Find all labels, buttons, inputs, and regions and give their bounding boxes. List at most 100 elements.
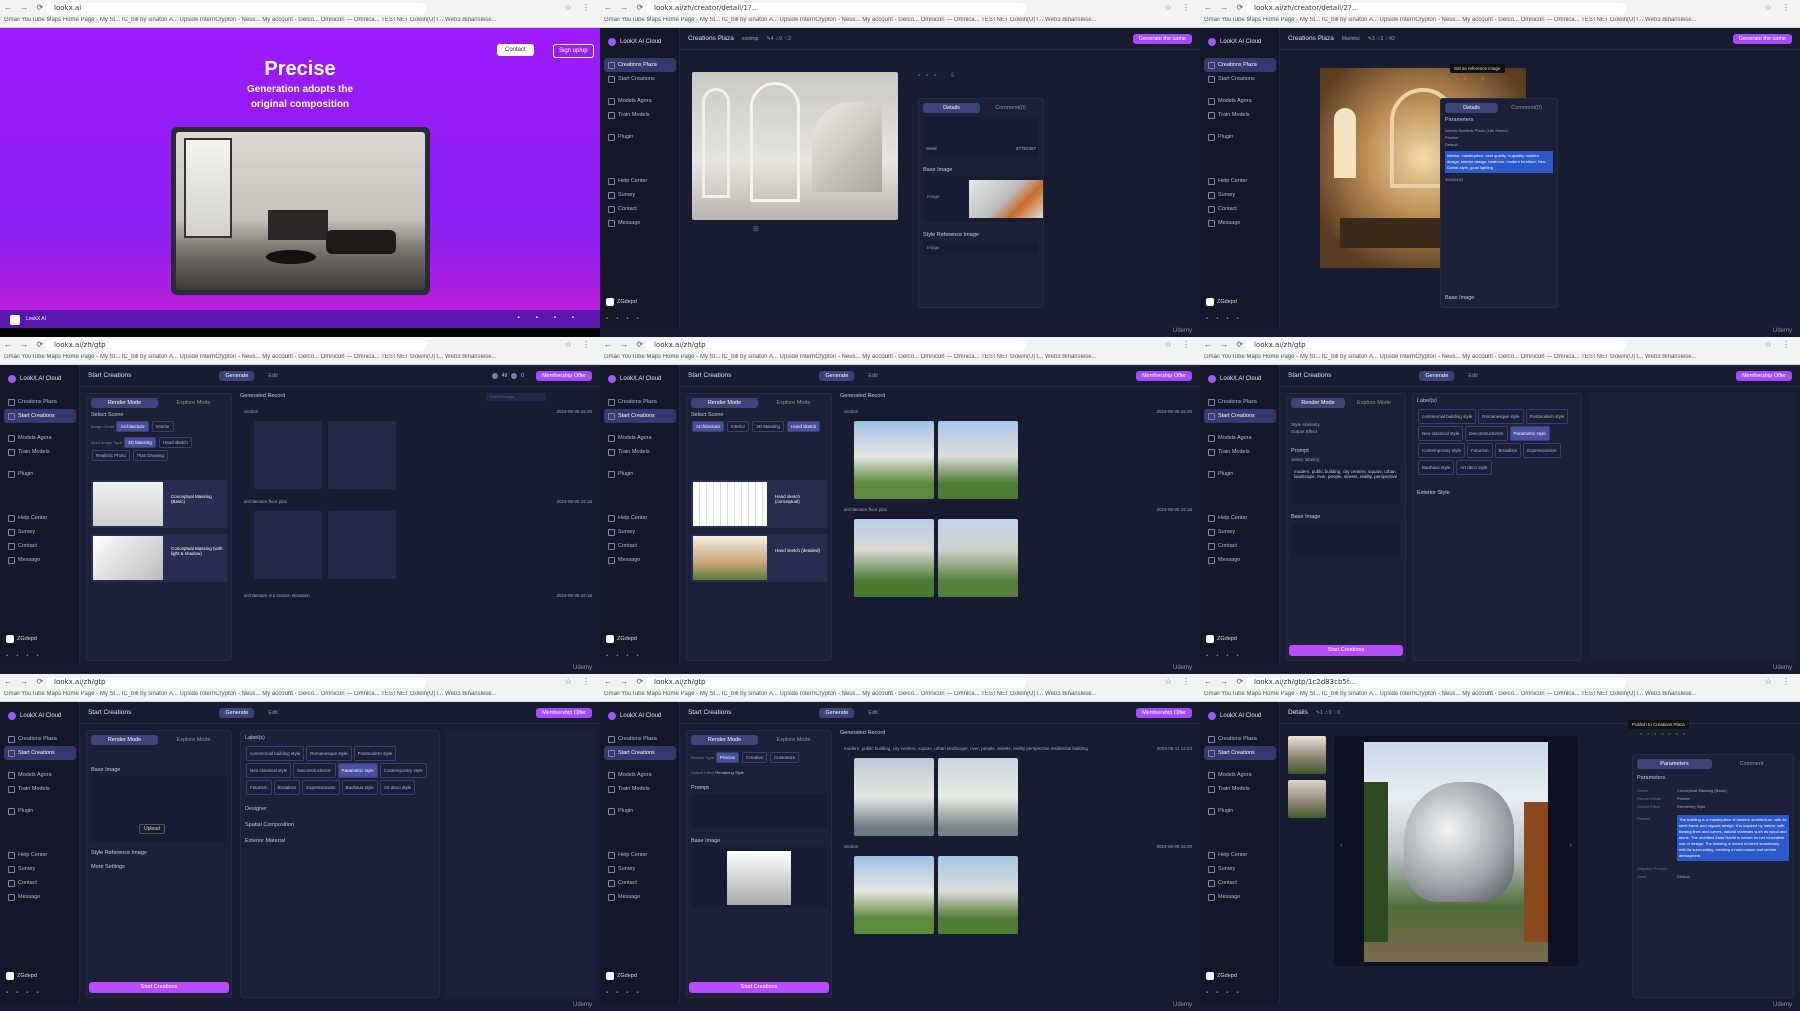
bookmarks-bar[interactable]: Gmail YouTube Maps Home Page - My St... … — [1204, 691, 1794, 697]
stats-icons[interactable]: ✎4 ☆0 ♡2 — [767, 36, 791, 42]
user-avatar[interactable]: ZGdepd — [1206, 972, 1237, 980]
sidebar-item-models[interactable]: Models Agora — [604, 94, 676, 108]
sidebar-item-survey[interactable]: Survey — [1204, 188, 1276, 202]
label-tag[interactable]: Futurism — [1467, 443, 1493, 458]
sidebar-item-plugin[interactable]: Plugin — [4, 467, 76, 481]
sidebar-item-contact[interactable]: Contact — [4, 876, 76, 890]
tab-comment[interactable]: Comment — [1714, 759, 1789, 769]
sidebar-item-plugin[interactable]: Plugin — [604, 130, 676, 144]
sidebar-item-contact[interactable]: Contact — [4, 539, 76, 553]
sidebar-item-plugin[interactable]: Plugin — [1204, 130, 1276, 144]
sidebar-item-survey[interactable]: Survey — [1204, 525, 1276, 539]
sidebar-item-train[interactable]: Train Models — [1204, 782, 1276, 796]
label-tag[interactable]: Brutalism — [273, 780, 301, 795]
output-effect[interactable]: Output Effect — [1291, 429, 1401, 434]
base-image-dropzone[interactable]: Upload — [91, 776, 227, 842]
sidebar-item-contact[interactable]: Contact — [1204, 876, 1276, 890]
browser-tools[interactable]: ☆ ⋮ — [1165, 340, 1194, 349]
sidebar-item-survey[interactable]: Survey — [4, 525, 76, 539]
sidebar-item-models[interactable]: Models Agora — [1204, 94, 1276, 108]
user-avatar[interactable]: ZGdepd — [6, 635, 37, 643]
scene-card-sketch-detailed[interactable]: Hand sketch (detailed) — [691, 534, 827, 582]
nav-buttons[interactable]: ← → ⟳ — [1204, 677, 1246, 686]
sidebar-footer-icons[interactable]: ▪▪▪▪ — [606, 316, 647, 322]
toolbar-icons[interactable]: ▫▫▫▫▫▫▫ — [1640, 732, 1790, 738]
tab-generate[interactable]: Generate — [819, 370, 855, 381]
sidebar-footer-icons[interactable]: ▪▪▪▪ — [1206, 990, 1247, 996]
next-arrow-icon[interactable]: › — [1569, 840, 1572, 849]
tab-generate[interactable]: Generate — [219, 707, 255, 718]
sidebar-item-plaza[interactable]: Creations Plaza — [1204, 395, 1276, 409]
browser-tools[interactable]: ☆ ⋮ — [1165, 677, 1194, 686]
more-settings-label[interactable]: More Settings — [91, 864, 227, 870]
sidebar-item-start[interactable]: Start Creations — [604, 72, 676, 86]
upgrade-button[interactable]: Membership Offer — [1136, 370, 1192, 381]
browser-tools[interactable]: ☆ ⋮ — [565, 677, 594, 686]
user-avatar[interactable]: ZGdepd — [1206, 635, 1237, 643]
prompt-textarea[interactable]: modern, public building, city centers, s… — [1291, 466, 1401, 504]
label-tag[interactable]: commercial building style — [246, 746, 305, 761]
bookmarks-bar[interactable]: Gmail YouTube Maps Home Page - My St... … — [604, 691, 1194, 697]
record-image-4[interactable] — [938, 856, 1018, 934]
chip-architecture[interactable]: Architecture — [116, 421, 149, 432]
sidebar-item-plugin[interactable]: Plugin — [1204, 467, 1276, 481]
bookmarks-bar[interactable]: Gmail YouTube Maps Home Page - My St... … — [1204, 17, 1794, 23]
sidebar-item-models[interactable]: Models Agora — [4, 431, 76, 445]
sidebar-item-message[interactable]: Message — [1204, 553, 1276, 567]
tab-edit[interactable]: Edit — [862, 708, 883, 718]
label-tag[interactable]: Neo-classical style — [246, 763, 292, 778]
nav-buttons[interactable]: ← → ⟳ — [1204, 3, 1246, 12]
label-tag[interactable]: Bauhaus style — [1418, 460, 1455, 475]
sidebar-item-contact[interactable]: Contact — [1204, 202, 1276, 216]
style-similarity[interactable]: Style similarity — [1291, 422, 1401, 427]
sidebar-item-contact[interactable]: Contact — [604, 202, 676, 216]
toolbar-icons[interactable]: ▫▫▫ ⇩ — [1448, 76, 1568, 83]
record-image-1[interactable] — [854, 758, 934, 836]
sidebar-item-survey[interactable]: Survey — [604, 862, 676, 876]
sidebar-item-plaza[interactable]: Creations Plaza — [604, 732, 676, 746]
sidebar-item-models[interactable]: Models Agora — [1204, 431, 1276, 445]
url-bar[interactable]: lookx.ai/zh/gtp — [46, 340, 426, 351]
url-bar[interactable]: lookx.ai/zh/gtp — [46, 677, 426, 688]
explore-mode-tab[interactable]: Explore Mode — [760, 735, 827, 745]
sidebar-item-help[interactable]: Help Center — [604, 174, 676, 188]
record-image-3[interactable] — [854, 519, 934, 597]
bookmarks-bar[interactable]: Gmail YouTube Maps Home Page - My St... … — [4, 17, 594, 23]
label-tag[interactable]: Deconstructivism — [293, 763, 336, 778]
prompt-textarea[interactable] — [691, 794, 827, 828]
label-tag[interactable]: Neo-classical style — [1418, 426, 1464, 441]
nav-buttons[interactable]: ← → ⟳ — [604, 340, 646, 349]
url-bar[interactable]: lookx.ai/zh/gtp — [646, 677, 1026, 688]
select-labels[interactable]: Select label(s) — [1291, 457, 1401, 462]
chip-plan-drawing[interactable]: Plan Drawing — [133, 450, 168, 461]
record-image-2[interactable] — [938, 421, 1018, 499]
url-bar[interactable]: lookx.ai/zh/gtp — [1246, 340, 1626, 351]
sidebar-item-survey[interactable]: Survey — [604, 188, 676, 202]
author-name[interactable]: Marinko — [1342, 36, 1360, 42]
render-mode-tab[interactable]: Render Mode — [91, 735, 158, 745]
sidebar-item-contact[interactable]: Contact — [604, 539, 676, 553]
record-image-2[interactable] — [938, 758, 1018, 836]
tab-edit[interactable]: Edit — [862, 371, 883, 381]
label-tag[interactable]: Postmodern style — [1525, 409, 1569, 424]
url-bar[interactable]: lookx.ai/zh/creator/detail/1?… — [646, 3, 1026, 14]
browser-tools[interactable]: ☆ ⋮ — [565, 3, 594, 12]
sidebar-item-plugin[interactable]: Plugin — [604, 804, 676, 818]
browser-tools[interactable]: ☆ ⋮ — [1765, 3, 1794, 12]
tab-parameters[interactable]: Parameters — [1637, 759, 1712, 769]
sidebar-item-message[interactable]: Message — [604, 553, 676, 567]
sidebar-item-train[interactable]: Train Models — [4, 782, 76, 796]
label-tag[interactable]: Contemporary style — [1418, 443, 1466, 458]
label-tag[interactable]: Brutalism — [1494, 443, 1522, 458]
sidebar-item-help[interactable]: Help Center — [1204, 174, 1276, 188]
label-tag[interactable]: Deconstructivism — [1465, 426, 1508, 441]
tab-details[interactable]: Details — [1445, 103, 1498, 113]
sidebar-item-plaza[interactable]: Creations Plaza — [604, 58, 676, 72]
sidebar-item-start[interactable]: Start Creations — [4, 409, 76, 423]
sidebar-item-message[interactable]: Message — [604, 216, 676, 230]
sidebar-item-help[interactable]: Help Center — [1204, 848, 1276, 862]
sidebar-item-message[interactable]: Message — [4, 553, 76, 567]
tab-edit[interactable]: Edit — [262, 708, 283, 718]
contact-button[interactable]: Contact — [497, 44, 534, 56]
base-image-dropzone[interactable] — [1291, 523, 1401, 559]
